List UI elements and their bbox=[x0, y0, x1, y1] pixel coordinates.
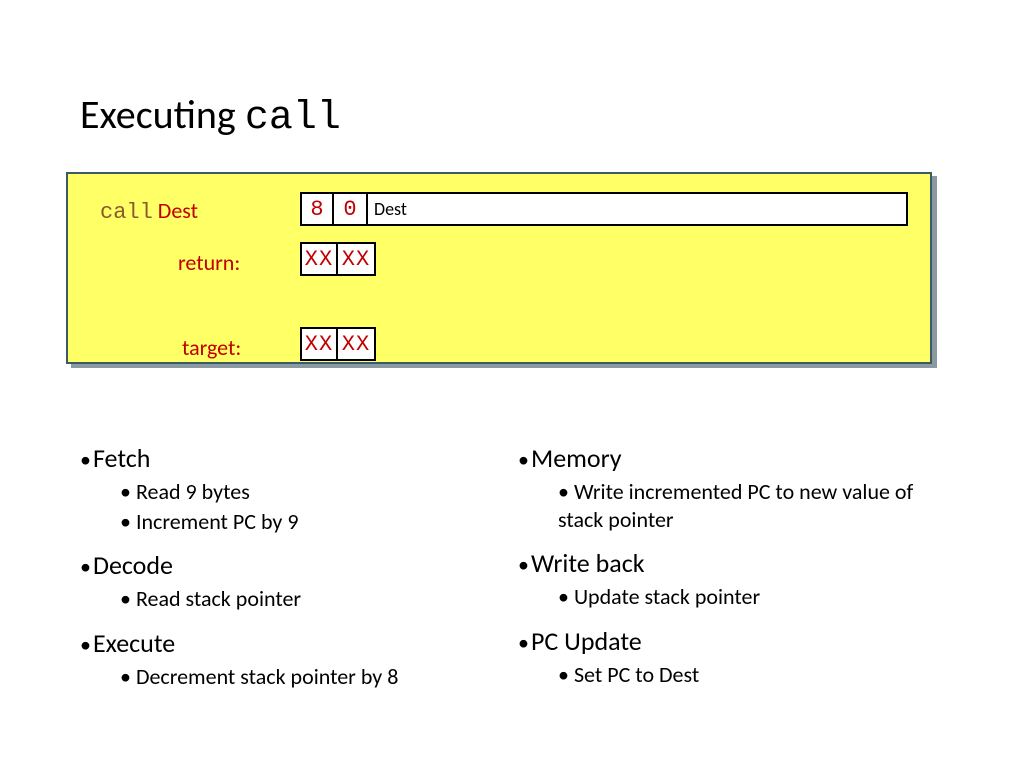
pcupdate-block: PC Update Set PC to Dest bbox=[518, 625, 958, 689]
decode-item-1: Read stack pointer bbox=[120, 585, 490, 613]
return-label: return: bbox=[178, 249, 240, 276]
memory-block: Memory Write incremented PC to new value… bbox=[518, 442, 958, 533]
decode-heading: Decode bbox=[80, 549, 490, 581]
writeback-item-1: Update stack pointer bbox=[558, 583, 958, 611]
target-label: target: bbox=[182, 334, 241, 361]
title-prefix: Executing bbox=[80, 90, 245, 139]
fetch-item-1: Read 9 bytes bbox=[120, 478, 490, 506]
writeback-heading: Write back bbox=[518, 547, 958, 579]
fetch-heading: Fetch bbox=[80, 442, 490, 474]
memory-heading: Memory bbox=[518, 442, 958, 474]
encoding-dest-word: Dest bbox=[153, 197, 198, 224]
execute-item-1: Decrement stack pointer by 8 bbox=[120, 663, 490, 691]
return-row: XX XX bbox=[300, 242, 376, 276]
fetch-block: Fetch Read 9 bytes Increment PC by 9 bbox=[80, 442, 490, 535]
return-byte-0: XX bbox=[300, 242, 338, 276]
title-instruction: call bbox=[245, 96, 341, 141]
opcode-lo: 0 bbox=[334, 192, 368, 226]
execute-heading: Execute bbox=[80, 627, 490, 659]
pcupdate-heading: PC Update bbox=[518, 625, 958, 657]
target-row: XX XX bbox=[300, 327, 376, 361]
encoding-row: 8 0 Dest bbox=[300, 192, 908, 226]
encoding-label: call Dest bbox=[100, 197, 198, 225]
target-byte-0: XX bbox=[300, 327, 338, 361]
right-column: Memory Write incremented PC to new value… bbox=[518, 442, 958, 702]
dest-field: Dest bbox=[368, 192, 908, 226]
memory-item-1: Write incremented PC to new value of sta… bbox=[558, 478, 958, 533]
execute-block: Execute Decrement stack pointer by 8 bbox=[80, 627, 490, 691]
left-column: Fetch Read 9 bytes Increment PC by 9 Dec… bbox=[80, 442, 490, 704]
slide-title: Executing call bbox=[80, 90, 341, 141]
target-byte-1: XX bbox=[338, 327, 376, 361]
decode-block: Decode Read stack pointer bbox=[80, 549, 490, 613]
pcupdate-item-1: Set PC to Dest bbox=[558, 661, 958, 689]
return-byte-1: XX bbox=[338, 242, 376, 276]
encoding-mnemonic: call bbox=[100, 200, 153, 225]
fetch-item-2: Increment PC by 9 bbox=[120, 508, 490, 536]
opcode-hi: 8 bbox=[300, 192, 334, 226]
writeback-block: Write back Update stack pointer bbox=[518, 547, 958, 611]
